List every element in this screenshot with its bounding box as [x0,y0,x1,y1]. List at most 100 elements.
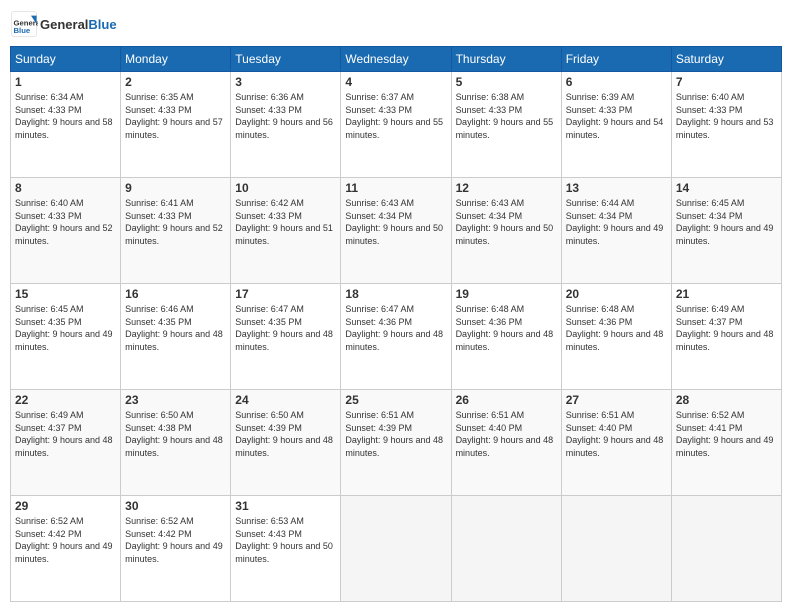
logo-icon: General Blue [10,10,38,38]
day-number: 14 [676,181,777,195]
day-info: Sunrise: 6:47 AMSunset: 4:35 PMDaylight:… [235,303,336,353]
weekday-saturday: Saturday [671,47,781,72]
calendar-cell: 25 Sunrise: 6:51 AMSunset: 4:39 PMDayligh… [341,390,451,496]
weekday-wednesday: Wednesday [341,47,451,72]
day-number: 23 [125,393,226,407]
day-number: 21 [676,287,777,301]
calendar-cell: 6 Sunrise: 6:39 AMSunset: 4:33 PMDaylight… [561,72,671,178]
day-info: Sunrise: 6:36 AMSunset: 4:33 PMDaylight:… [235,91,336,141]
week-row-3: 15Sunrise: 6:45 AMSunset: 4:35 PMDayligh… [11,284,782,390]
day-number: 18 [345,287,446,301]
day-info: Sunrise: 6:49 AMSunset: 4:37 PMDaylight:… [15,409,116,459]
day-info: Sunrise: 6:41 AMSunset: 4:33 PMDaylight:… [125,197,226,247]
day-info: Sunrise: 6:46 AMSunset: 4:35 PMDaylight:… [125,303,226,353]
calendar-cell: 10Sunrise: 6:42 AMSunset: 4:33 PMDayligh… [231,178,341,284]
day-number: 26 [456,393,557,407]
day-info: Sunrise: 6:35 AMSunset: 4:33 PMDaylight:… [125,91,226,141]
calendar-cell: 1 Sunrise: 6:34 AMSunset: 4:33 PMDaylight… [11,72,121,178]
calendar-cell: 24Sunrise: 6:50 AMSunset: 4:39 PMDayligh… [231,390,341,496]
calendar-cell: 27Sunrise: 6:51 AMSunset: 4:40 PMDayligh… [561,390,671,496]
day-info: Sunrise: 6:43 AMSunset: 4:34 PMDaylight:… [456,197,557,247]
day-info: Sunrise: 6:44 AMSunset: 4:34 PMDaylight:… [566,197,667,247]
day-info: Sunrise: 6:50 AMSunset: 4:39 PMDaylight:… [235,409,336,459]
day-info: Sunrise: 6:51 AMSunset: 4:39 PMDaylight:… [345,409,446,459]
day-info: Sunrise: 6:34 AMSunset: 4:33 PMDaylight:… [15,91,116,141]
calendar-cell: 4 Sunrise: 6:37 AMSunset: 4:33 PMDaylight… [341,72,451,178]
day-number: 17 [235,287,336,301]
day-info: Sunrise: 6:49 AMSunset: 4:37 PMDaylight:… [676,303,777,353]
calendar-cell [341,496,451,602]
day-number: 19 [456,287,557,301]
weekday-sunday: Sunday [11,47,121,72]
day-number: 20 [566,287,667,301]
weekday-friday: Friday [561,47,671,72]
week-row-4: 22Sunrise: 6:49 AMSunset: 4:37 PMDayligh… [11,390,782,496]
day-info: Sunrise: 6:40 AMSunset: 4:33 PMDaylight:… [15,197,116,247]
day-number: 25 [345,393,446,407]
day-info: Sunrise: 6:47 AMSunset: 4:36 PMDaylight:… [345,303,446,353]
calendar-body: 1 Sunrise: 6:34 AMSunset: 4:33 PMDaylight… [11,72,782,602]
day-info: Sunrise: 6:48 AMSunset: 4:36 PMDaylight:… [456,303,557,353]
calendar-cell: 17 Sunrise: 6:47 AMSunset: 4:35 PMDayligh… [231,284,341,390]
calendar-cell: 15Sunrise: 6:45 AMSunset: 4:35 PMDayligh… [11,284,121,390]
week-row-2: 8 Sunrise: 6:40 AMSunset: 4:33 PMDaylight… [11,178,782,284]
calendar-cell: 9 Sunrise: 6:41 AMSunset: 4:33 PMDaylight… [121,178,231,284]
calendar-table: SundayMondayTuesdayWednesdayThursdayFrid… [10,46,782,602]
day-number: 5 [456,75,557,89]
calendar-cell: 28Sunrise: 6:52 AMSunset: 4:41 PMDayligh… [671,390,781,496]
day-info: Sunrise: 6:45 AMSunset: 4:34 PMDaylight:… [676,197,777,247]
day-number: 16 [125,287,226,301]
calendar-cell: 16 Sunrise: 6:46 AMSunset: 4:35 PMDayligh… [121,284,231,390]
day-info: Sunrise: 6:50 AMSunset: 4:38 PMDaylight:… [125,409,226,459]
day-number: 6 [566,75,667,89]
day-number: 12 [456,181,557,195]
week-row-5: 29 Sunrise: 6:52 AMSunset: 4:42 PMDayligh… [11,496,782,602]
header: General Blue GeneralBlue [10,10,782,38]
day-number: 2 [125,75,226,89]
week-row-1: 1 Sunrise: 6:34 AMSunset: 4:33 PMDaylight… [11,72,782,178]
day-info: Sunrise: 6:43 AMSunset: 4:34 PMDaylight:… [345,197,446,247]
day-info: Sunrise: 6:51 AMSunset: 4:40 PMDaylight:… [566,409,667,459]
day-number: 30 [125,499,226,513]
calendar-cell: 29 Sunrise: 6:52 AMSunset: 4:42 PMDayligh… [11,496,121,602]
day-number: 3 [235,75,336,89]
day-info: Sunrise: 6:52 AMSunset: 4:41 PMDaylight:… [676,409,777,459]
day-info: Sunrise: 6:52 AMSunset: 4:42 PMDaylight:… [125,515,226,565]
day-info: Sunrise: 6:40 AMSunset: 4:33 PMDaylight:… [676,91,777,141]
day-number: 1 [15,75,116,89]
day-info: Sunrise: 6:39 AMSunset: 4:33 PMDaylight:… [566,91,667,141]
day-number: 9 [125,181,226,195]
day-info: Sunrise: 6:37 AMSunset: 4:33 PMDaylight:… [345,91,446,141]
logo: General Blue GeneralBlue [10,10,117,38]
day-number: 13 [566,181,667,195]
day-info: Sunrise: 6:48 AMSunset: 4:36 PMDaylight:… [566,303,667,353]
calendar-cell: 21 Sunrise: 6:49 AMSunset: 4:37 PMDayligh… [671,284,781,390]
day-number: 7 [676,75,777,89]
weekday-tuesday: Tuesday [231,47,341,72]
calendar-cell: 11 Sunrise: 6:43 AMSunset: 4:34 PMDayligh… [341,178,451,284]
calendar-cell: 12 Sunrise: 6:43 AMSunset: 4:34 PMDayligh… [451,178,561,284]
calendar-cell: 23 Sunrise: 6:50 AMSunset: 4:38 PMDayligh… [121,390,231,496]
calendar-cell: 5Sunrise: 6:38 AMSunset: 4:33 PMDaylight… [451,72,561,178]
calendar-cell [671,496,781,602]
page: General Blue GeneralBlue SundayMondayTue… [0,0,792,612]
weekday-header-row: SundayMondayTuesdayWednesdayThursdayFrid… [11,47,782,72]
day-info: Sunrise: 6:42 AMSunset: 4:33 PMDaylight:… [235,197,336,247]
day-info: Sunrise: 6:52 AMSunset: 4:42 PMDaylight:… [15,515,116,565]
day-info: Sunrise: 6:45 AMSunset: 4:35 PMDaylight:… [15,303,116,353]
day-number: 11 [345,181,446,195]
calendar-cell: 8 Sunrise: 6:40 AMSunset: 4:33 PMDaylight… [11,178,121,284]
day-number: 29 [15,499,116,513]
calendar-cell: 18 Sunrise: 6:47 AMSunset: 4:36 PMDayligh… [341,284,451,390]
calendar-cell: 19 Sunrise: 6:48 AMSunset: 4:36 PMDayligh… [451,284,561,390]
calendar-cell: 14 Sunrise: 6:45 AMSunset: 4:34 PMDayligh… [671,178,781,284]
calendar-cell: 22Sunrise: 6:49 AMSunset: 4:37 PMDayligh… [11,390,121,496]
calendar-cell: 26Sunrise: 6:51 AMSunset: 4:40 PMDayligh… [451,390,561,496]
day-number: 8 [15,181,116,195]
calendar-cell: 30 Sunrise: 6:52 AMSunset: 4:42 PMDayligh… [121,496,231,602]
day-number: 4 [345,75,446,89]
weekday-monday: Monday [121,47,231,72]
calendar-cell: 7 Sunrise: 6:40 AMSunset: 4:33 PMDaylight… [671,72,781,178]
calendar-cell: 3 Sunrise: 6:36 AMSunset: 4:33 PMDaylight… [231,72,341,178]
day-number: 31 [235,499,336,513]
